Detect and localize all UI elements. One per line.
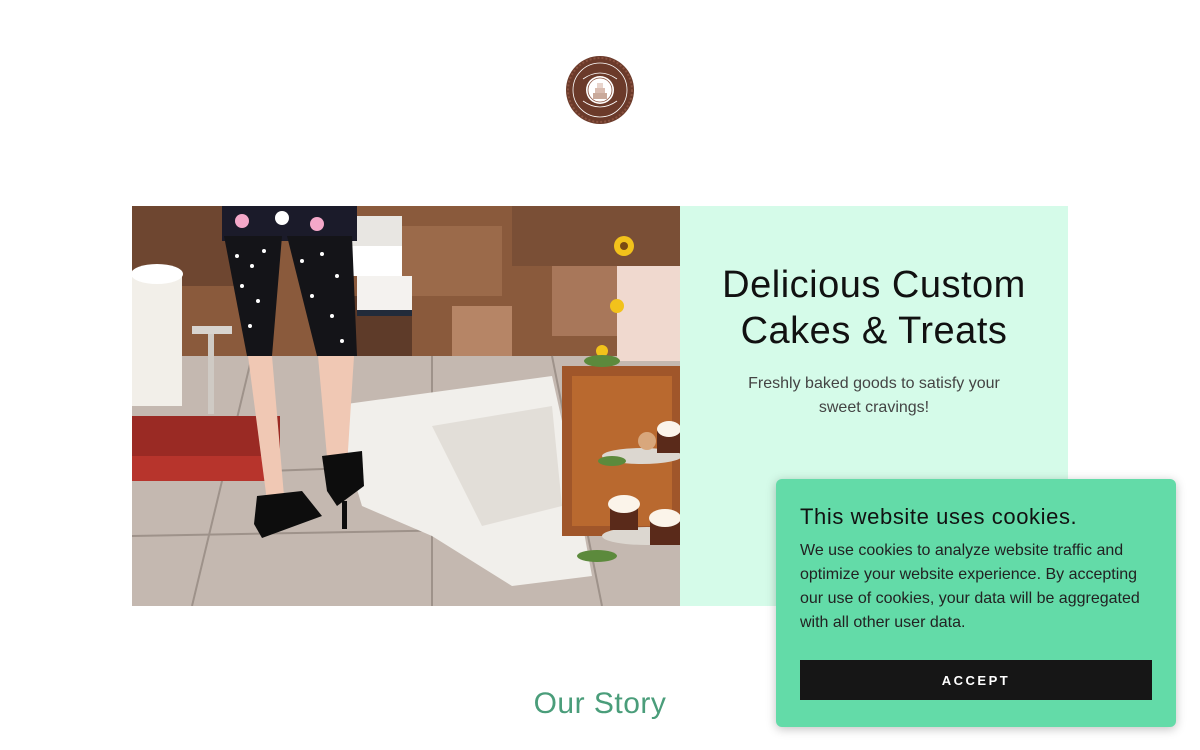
- site-logo[interactable]: [565, 55, 635, 125]
- cake-logo-icon: [566, 56, 634, 124]
- hero-photo-image: [132, 206, 680, 606]
- accept-cookies-button[interactable]: ACCEPT: [800, 660, 1152, 700]
- cookie-banner-body: We use cookies to analyze website traffi…: [800, 542, 1140, 631]
- hero-subtitle: Freshly baked goods to satisfy your swee…: [748, 375, 1000, 416]
- hero-title: Delicious Custom Cakes & Treats: [722, 264, 1026, 352]
- hero-photo: [132, 206, 680, 606]
- cookie-banner: This website uses cookies. We use cookie…: [776, 479, 1176, 727]
- cookie-banner-title: This website uses cookies.: [800, 504, 1078, 529]
- page: Delicious Custom Cakes & Treats Freshly …: [0, 0, 1200, 750]
